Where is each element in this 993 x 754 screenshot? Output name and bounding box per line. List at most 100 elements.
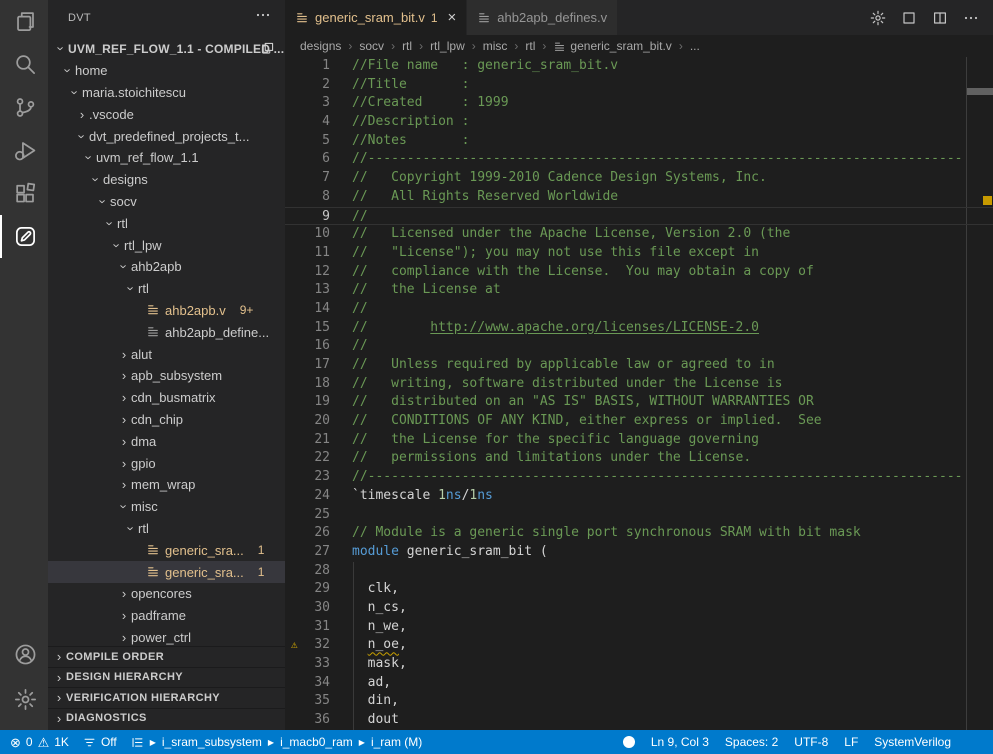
cursor-position[interactable]: Ln 9, Col 3 [651, 735, 709, 749]
design-hierarchy-status[interactable]: ▶i_sram_subsystem▶i_macb0_ram▶i_ram (M) [131, 735, 423, 749]
breadcrumb-item[interactable]: ... [690, 39, 700, 53]
activity-dvt-button[interactable] [0, 215, 48, 258]
tree-item[interactable]: ›opencores [48, 583, 285, 605]
chevron-right-icon[interactable]: › [117, 435, 131, 448]
tree-item[interactable]: ›power_ctrl [48, 627, 285, 646]
chevron-down-icon[interactable]: › [125, 521, 138, 535]
open-preview-icon[interactable] [901, 10, 917, 26]
problems-status[interactable]: ⊗ 0 ⚠ 1K [10, 735, 69, 749]
panel-header-verification-hierarchy[interactable]: ›VERIFICATION HIERARCHY [48, 687, 285, 708]
tree-item[interactable]: ›alut [48, 343, 285, 365]
tree-item[interactable]: ›ahb2apb [48, 256, 285, 278]
tree-item[interactable]: ›rtl_lpw [48, 234, 285, 256]
code-editor[interactable]: 1//File name : generic_sram_bit.v2//Titl… [285, 57, 993, 730]
tree-item[interactable]: ›rtl [48, 518, 285, 540]
tree-item-label: maria.stoichitescu [82, 85, 186, 100]
indentation[interactable]: Spaces: 2 [725, 735, 778, 749]
tree-item[interactable]: ›gpio [48, 452, 285, 474]
tree-item[interactable]: ›socv [48, 191, 285, 213]
chevron-right-icon[interactable]: › [117, 609, 131, 622]
activity-extensions-button[interactable] [0, 172, 48, 215]
chevron-right-icon[interactable]: › [117, 587, 131, 600]
tree-item[interactable]: ›misc [48, 496, 285, 518]
tree-item[interactable]: ›padframe [48, 605, 285, 627]
tab-ahb2apb_defines.v[interactable]: ahb2apb_defines.v [467, 0, 618, 35]
chevron-right-icon[interactable]: › [117, 413, 131, 426]
code-line: 27module generic_sram_bit ( [285, 543, 993, 562]
chevron-down-icon[interactable]: › [62, 64, 75, 78]
activity-account-button[interactable] [0, 632, 48, 677]
chevron-down-icon[interactable]: › [111, 238, 124, 252]
panel-header-diagnostics[interactable]: ›DIAGNOSTICS [48, 708, 285, 729]
chevron-down-icon[interactable]: › [90, 173, 103, 187]
tree-item[interactable]: ahb2apb_define... [48, 321, 285, 343]
tree-item[interactable]: ›UVM_REF_FLOW_1.1 - COMPILED ... [48, 38, 285, 60]
tree-item[interactable]: ›uvm_ref_flow_1.1 [48, 147, 285, 169]
tree-item[interactable]: ›rtl [48, 278, 285, 300]
chevron-down-icon[interactable]: › [125, 282, 138, 296]
tree-item[interactable]: ›cdn_chip [48, 409, 285, 431]
activity-run-debug-button[interactable] [0, 129, 48, 172]
activity-explorer-button[interactable] [0, 0, 48, 43]
breadcrumb-item[interactable]: rtl [525, 39, 535, 53]
settings-gear-icon[interactable] [870, 10, 886, 26]
status-dot-icon[interactable] [623, 736, 635, 748]
tree-item[interactable]: ›rtl [48, 212, 285, 234]
chevron-right-icon[interactable]: › [117, 631, 131, 644]
tree-item[interactable]: ›dvt_predefined_projects_t... [48, 125, 285, 147]
eol-sequence[interactable]: LF [844, 735, 858, 749]
breadcrumb-item[interactable]: rtl [402, 39, 412, 53]
chevron-down-icon[interactable]: › [104, 216, 117, 230]
editor-group: generic_sram_bit.v1×ahb2apb_defines.v de… [285, 0, 993, 730]
chevron-down-icon[interactable]: › [69, 85, 82, 99]
chevron-right-icon[interactable]: › [117, 348, 131, 361]
chevron-down-icon[interactable]: › [97, 194, 110, 208]
chevron-right-icon[interactable]: › [75, 108, 89, 121]
tree-item[interactable]: ›dma [48, 430, 285, 452]
chevron-down-icon[interactable]: › [118, 260, 131, 274]
tree-item[interactable]: ›maria.stoichitescu [48, 82, 285, 104]
activity-source-control-button[interactable] [0, 86, 48, 129]
chevron-right-icon[interactable]: › [117, 457, 131, 470]
code-line: 19// distributed on an "AS IS" BASIS, WI… [285, 393, 993, 412]
tree-item[interactable]: ahb2apb.v9+ [48, 300, 285, 322]
tree-item[interactable]: generic_sra...1 [48, 561, 285, 583]
close-icon[interactable]: × [448, 10, 457, 25]
tab-generic_sram_bit.v[interactable]: generic_sram_bit.v1× [285, 0, 467, 35]
tree-item[interactable]: ›.vscode [48, 103, 285, 125]
chevron-down-icon[interactable]: › [76, 129, 89, 143]
tree-item[interactable]: generic_sra...1 [48, 539, 285, 561]
tree-item[interactable]: ›designs [48, 169, 285, 191]
code-token: // permissions and limitations under the… [352, 450, 751, 465]
tree-item[interactable]: ›apb_subsystem [48, 365, 285, 387]
activity-search-button[interactable] [0, 43, 48, 86]
activity-settings-button[interactable] [0, 677, 48, 722]
panel-header-design-hierarchy[interactable]: ›DESIGN HIERARCHY [48, 667, 285, 688]
tree-item[interactable]: ›cdn_busmatrix [48, 387, 285, 409]
panel-header-compile-order[interactable]: ›COMPILE ORDER [48, 646, 285, 667]
breadcrumb-item[interactable]: rtl_lpw [430, 39, 465, 53]
sidebar-more-actions-icon[interactable] [255, 7, 271, 28]
chevron-right-icon[interactable]: › [117, 391, 131, 404]
chevron-right-icon[interactable]: › [117, 478, 131, 491]
language-mode[interactable]: SystemVerilog [874, 735, 951, 749]
breadcrumb-item[interactable]: designs [300, 39, 341, 53]
line-number: 3 [285, 94, 352, 113]
chevron-down-icon[interactable]: › [118, 500, 131, 514]
tree-item[interactable]: ›mem_wrap [48, 474, 285, 496]
chevron-down-icon[interactable]: › [83, 151, 96, 165]
encoding[interactable]: UTF-8 [794, 735, 828, 749]
tree-item[interactable]: ›home [48, 60, 285, 82]
code-line: 28 [285, 562, 993, 581]
dvt-checks-toggle[interactable]: Off [83, 735, 117, 749]
breadcrumb-item[interactable]: socv [359, 39, 384, 53]
split-editor-icon[interactable] [932, 10, 948, 26]
breadcrumb-item[interactable]: misc [483, 39, 508, 53]
more-actions-icon[interactable] [963, 10, 979, 26]
chevron-right-icon[interactable]: › [117, 369, 131, 382]
open-editors-icon[interactable] [260, 41, 275, 59]
breadcrumb-item[interactable]: generic_sram_bit.v [553, 39, 671, 53]
chevron-down-icon[interactable]: › [55, 42, 68, 56]
line-number: 26 [285, 524, 352, 543]
file-icon [146, 543, 160, 557]
